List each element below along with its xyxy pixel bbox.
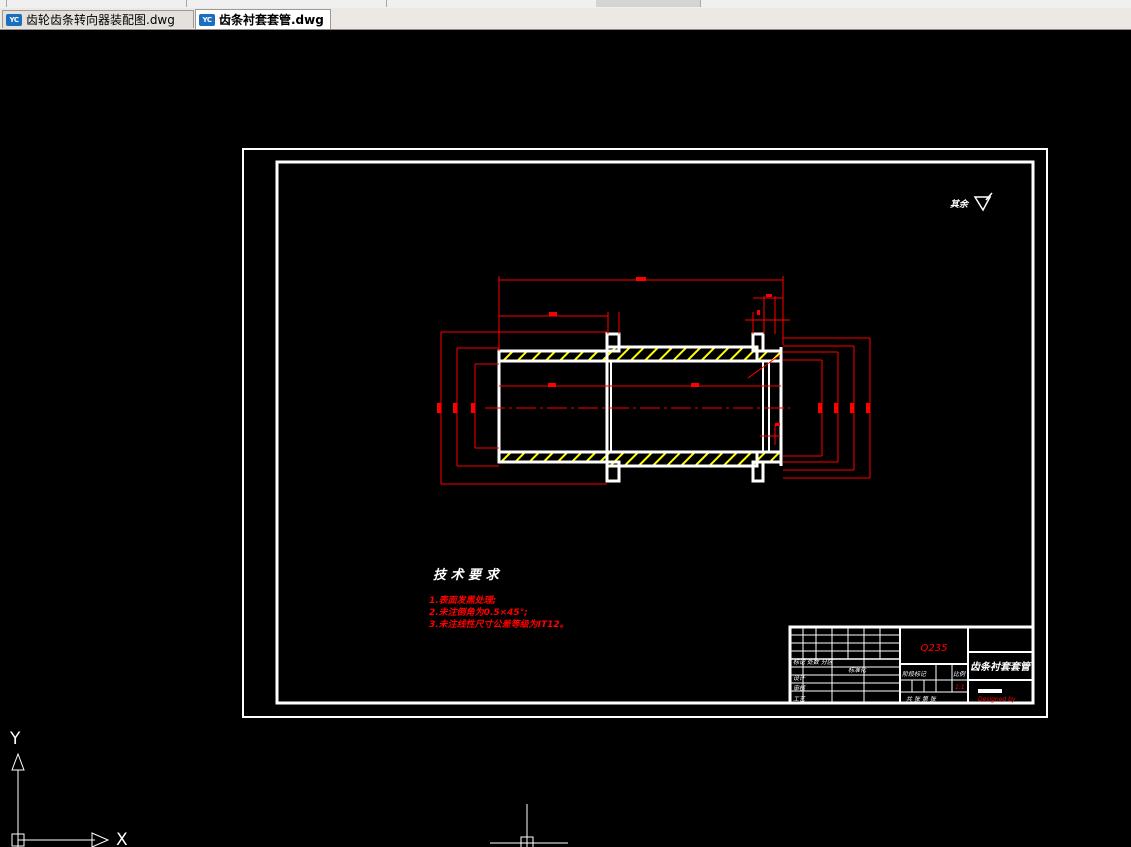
drawing-number: Designed by <box>978 696 1016 703</box>
crosshair-cursor-icon <box>490 804 568 847</box>
ucs-icon: Y X <box>9 729 128 847</box>
toolbar-segment[interactable] <box>186 0 387 7</box>
toolbar-segment[interactable] <box>6 0 187 7</box>
ucs-x-label: X <box>116 830 128 847</box>
drawing-number-bar <box>978 689 1002 693</box>
dwg-file-icon: YC <box>199 13 215 26</box>
cad-application: YC 齿轮齿条转向器装配图.dwg YC 齿条衬套套管.dwg 其余 技 术 要… <box>0 0 1131 847</box>
tab-gear-rack-assembly[interactable]: YC 齿轮齿条转向器装配图.dwg <box>2 10 194 28</box>
scale-value: 1:1 <box>955 684 965 691</box>
tab-label: 齿条衬套套管.dwg <box>219 13 324 27</box>
material-value: Q235 <box>921 643 948 654</box>
cad-viewport[interactable]: 其余 技 术 要 求 1.表面发黑处理; 2.未注倒角为0.5×45°; 3.未… <box>0 30 1131 847</box>
design-label: 设计 <box>793 674 806 682</box>
revision-label: 标记 处数 分区 <box>793 658 834 666</box>
title-block: Q235 齿条衬套套管 标记 处数 分区 阶段标记 比例 1:1 标准化 审核 … <box>788 625 1035 705</box>
tech-req-item: 1.表面发黑处理; <box>429 595 496 606</box>
part-name: 齿条衬套套管 <box>970 661 1032 673</box>
tab-rack-bushing[interactable]: YC 齿条衬套套管.dwg <box>195 9 331 29</box>
drawing-canvas[interactable]: 其余 技 术 要 求 1.表面发黑处理; 2.未注倒角为0.5×45°; 3.未… <box>0 30 1131 847</box>
roughness-symbol-icon <box>973 192 993 212</box>
stage-label: 阶段标记 <box>902 670 927 678</box>
ucs-y-label: Y <box>9 729 21 749</box>
surface-finish-note: 其余 <box>950 192 993 212</box>
standard-label: 标准化 <box>848 666 867 674</box>
sheet-outer-border <box>242 148 1048 718</box>
check-label: 审核 <box>793 684 806 692</box>
scale-label: 比例 <box>953 670 966 678</box>
part-section-view <box>485 332 790 483</box>
tech-req-item: 2.未注倒角为0.5×45°; <box>429 607 528 618</box>
tech-req-title: 技 术 要 求 <box>433 567 501 583</box>
sheet-inner-border <box>275 160 1035 705</box>
approve-label: 工艺 <box>793 695 806 703</box>
sheet-label: 共 张 第 张 <box>906 695 937 703</box>
document-tab-bar: YC 齿轮齿条转向器装配图.dwg YC 齿条衬套套管.dwg <box>0 8 1131 30</box>
y-axis-arrow-icon <box>11 752 25 771</box>
toolbar-segment[interactable] <box>596 0 701 7</box>
surface-finish-label: 其余 <box>950 199 970 210</box>
technical-requirements: 技 术 要 求 1.表面发黑处理; 2.未注倒角为0.5×45°; 3.未注线性… <box>429 567 569 630</box>
tech-req-item: 3.未注线性尺寸公差等级为IT12。 <box>429 619 569 630</box>
toolbar-segment[interactable] <box>386 0 597 7</box>
tab-label: 齿轮齿条转向器装配图.dwg <box>26 13 175 27</box>
dwg-file-icon: YC <box>6 13 22 26</box>
